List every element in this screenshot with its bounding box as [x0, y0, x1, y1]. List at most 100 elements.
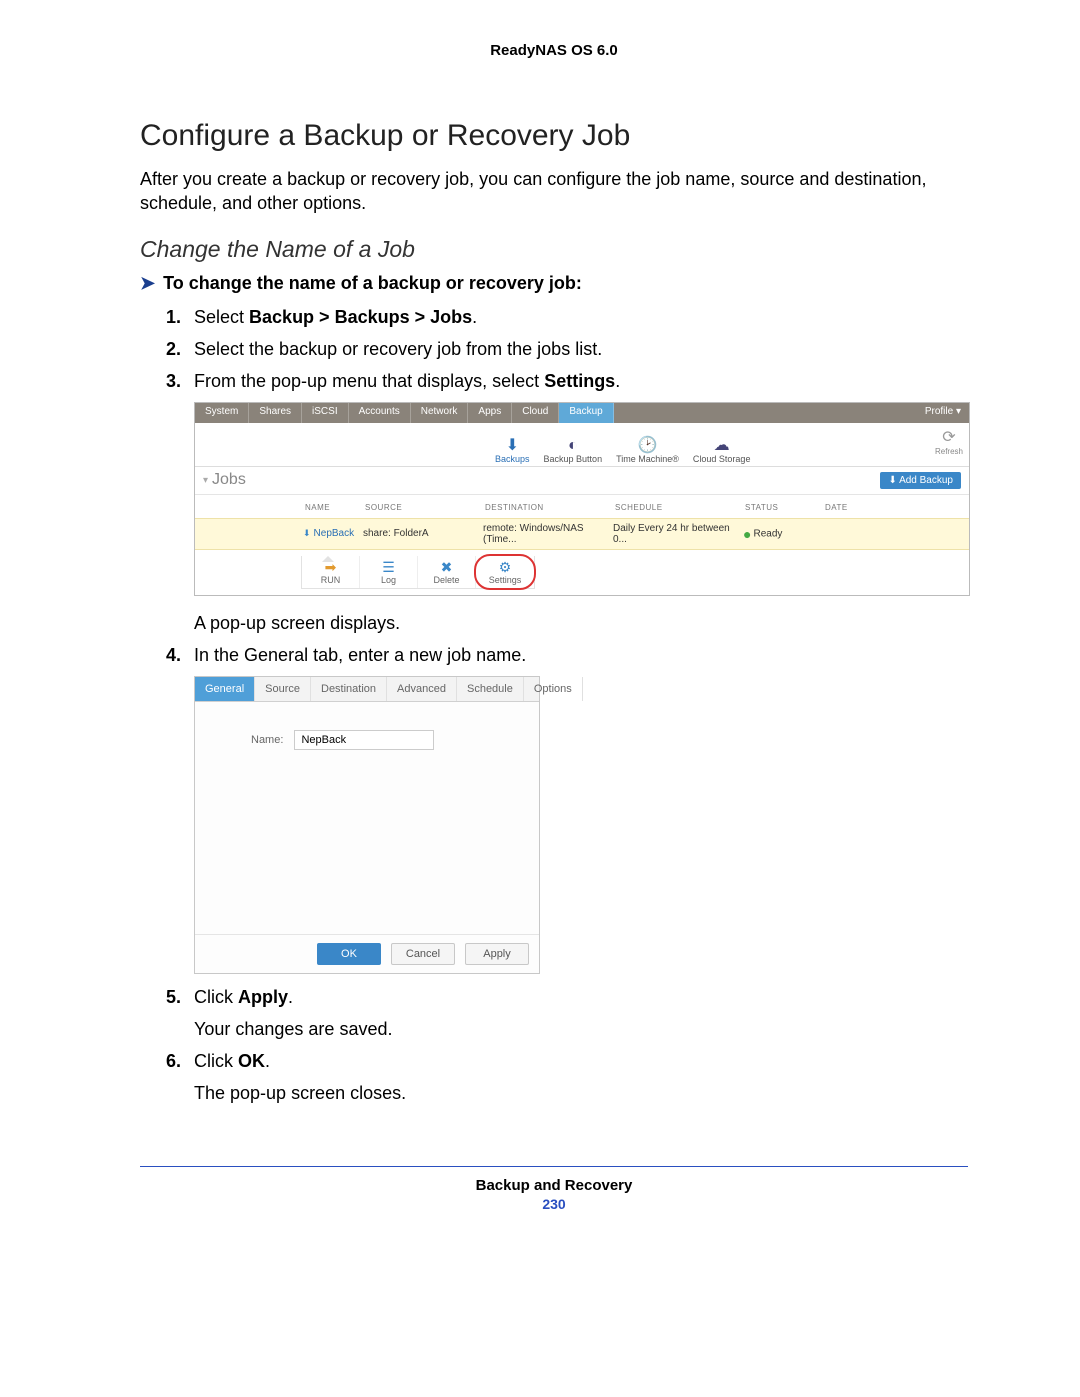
- section-title: Configure a Backup or Recovery Job: [140, 119, 968, 153]
- popup-tabs: General Source Destination Advanced Sche…: [195, 677, 539, 702]
- job-status: ●Ready: [743, 526, 823, 542]
- log-icon: ☰: [360, 560, 417, 574]
- tab-iscsi[interactable]: iSCSI: [302, 403, 349, 423]
- main-nav-tabs: System Shares iSCSI Accounts Network App…: [195, 403, 969, 423]
- popup-tab-schedule[interactable]: Schedule: [457, 677, 524, 701]
- step-number: 5.: [166, 984, 194, 1010]
- step-6: 6. Click OK.: [166, 1048, 968, 1074]
- toolbar-backup-button[interactable]: ◐ Backup Button: [544, 438, 603, 464]
- action-delete[interactable]: ✖Delete: [418, 556, 476, 588]
- step-bold: Apply: [238, 987, 288, 1007]
- step-5-followup: Your changes are saved.: [140, 1016, 968, 1042]
- step-text-post: .: [472, 307, 477, 327]
- job-destination: remote: Windows/NAS (Time...: [483, 523, 613, 545]
- job-name: NepBack: [303, 528, 363, 539]
- toolbar-label: Cloud Storage: [693, 454, 751, 464]
- subsection-title: Change the Name of a Job: [140, 236, 968, 263]
- job-source: share: FolderA: [363, 528, 483, 539]
- status-text: Ready: [753, 529, 782, 540]
- popup-tab-advanced[interactable]: Advanced: [387, 677, 457, 701]
- action-label: RUN: [321, 575, 341, 585]
- footer-rule: [140, 1166, 968, 1167]
- task-arrow-icon: ➤: [140, 273, 155, 293]
- tab-backup[interactable]: Backup: [559, 403, 613, 423]
- add-backup-button[interactable]: ⬇ Add Backup: [880, 472, 961, 489]
- status-dot-icon: ●: [743, 526, 751, 542]
- backup-button-icon: ◐: [544, 438, 603, 454]
- step-text-post: .: [288, 987, 293, 1007]
- step-5: 5. Click Apply.: [166, 984, 968, 1010]
- toolbar-label: Time Machine®: [616, 454, 679, 464]
- step-3: 3. From the pop-up menu that displays, s…: [166, 368, 968, 394]
- step-4: 4. In the General tab, enter a new job n…: [166, 642, 968, 668]
- step-6-followup: The pop-up screen closes.: [140, 1080, 968, 1106]
- step-number: 3.: [166, 368, 194, 394]
- step-text: Click: [194, 987, 238, 1007]
- name-field-label: Name:: [251, 734, 283, 746]
- step-number: 4.: [166, 642, 194, 668]
- jobs-caret-icon[interactable]: ▾: [203, 475, 208, 486]
- delete-icon: ✖: [418, 560, 475, 574]
- action-label: Log: [381, 575, 396, 585]
- refresh-label: Refresh: [935, 447, 963, 456]
- doc-product-header: ReadyNAS OS 6.0: [140, 42, 968, 59]
- tab-network[interactable]: Network: [411, 403, 469, 423]
- refresh-button[interactable]: ⟳ Refresh: [935, 427, 963, 456]
- job-name-input[interactable]: [294, 730, 434, 750]
- step-2: 2. Select the backup or recovery job fro…: [166, 336, 968, 362]
- action-settings[interactable]: ⚙Settings: [476, 556, 534, 588]
- tab-cloud[interactable]: Cloud: [512, 403, 559, 423]
- step-text: Click: [194, 1051, 238, 1071]
- step-bold: OK: [238, 1051, 265, 1071]
- job-schedule: Daily Every 24 hr between 0...: [613, 523, 743, 545]
- add-backup-label: Add Backup: [899, 475, 953, 486]
- col-source: SOURCE: [365, 503, 485, 512]
- toolbar-backups[interactable]: ⬇ Backups: [495, 438, 530, 464]
- step-number: 2.: [166, 336, 194, 362]
- settings-popup-screenshot: General Source Destination Advanced Sche…: [194, 676, 540, 974]
- tab-accounts[interactable]: Accounts: [349, 403, 411, 423]
- col-destination: DESTINATION: [485, 503, 615, 512]
- refresh-icon: ⟳: [935, 427, 963, 447]
- cancel-button[interactable]: Cancel: [391, 943, 455, 965]
- backup-toolbar: ⬇ Backups ◐ Backup Button 🕑 Time Machine…: [195, 423, 969, 467]
- action-log[interactable]: ☰Log: [360, 556, 418, 588]
- backups-icon: ⬇: [495, 438, 530, 454]
- col-name: NAME: [305, 503, 365, 512]
- apply-button[interactable]: Apply: [465, 943, 529, 965]
- jobs-section-label: Jobs: [212, 471, 246, 489]
- task-heading-text: To change the name of a backup or recove…: [163, 273, 582, 293]
- toolbar-label: Backup Button: [544, 454, 603, 464]
- cloud-icon: ☁: [693, 438, 751, 454]
- col-date: DATE: [825, 503, 885, 512]
- intro-paragraph: After you create a backup or recovery jo…: [140, 167, 968, 216]
- popup-tab-destination[interactable]: Destination: [311, 677, 387, 701]
- tab-system[interactable]: System: [195, 403, 249, 423]
- action-run[interactable]: ➡RUN: [302, 556, 360, 588]
- step-text: Select the backup or recovery job from t…: [194, 336, 968, 362]
- job-row[interactable]: NepBack share: FolderA remote: Windows/N…: [195, 518, 969, 550]
- job-action-popup: ➡RUN ☰Log ✖Delete ⚙Settings: [301, 556, 535, 589]
- action-label: Delete: [433, 575, 459, 585]
- col-status: STATUS: [745, 503, 825, 512]
- toolbar-time-machine[interactable]: 🕑 Time Machine®: [616, 438, 679, 464]
- toolbar-label: Backups: [495, 454, 530, 464]
- step-text-post: .: [265, 1051, 270, 1071]
- step-text-post: .: [615, 371, 620, 391]
- step-text: In the General tab, enter a new job name…: [194, 642, 968, 668]
- ok-button[interactable]: OK: [317, 943, 381, 965]
- popup-tab-source[interactable]: Source: [255, 677, 311, 701]
- step-number: 6.: [166, 1048, 194, 1074]
- popup-tab-options[interactable]: Options: [524, 677, 583, 701]
- action-label: Settings: [489, 575, 522, 585]
- step-bold: Backup > Backups > Jobs: [249, 307, 472, 327]
- toolbar-cloud-storage[interactable]: ☁ Cloud Storage: [693, 438, 751, 464]
- backup-jobs-screenshot: System Shares iSCSI Accounts Network App…: [194, 402, 970, 596]
- footer-page-number: 230: [140, 1196, 968, 1212]
- popup-tab-general[interactable]: General: [195, 677, 255, 701]
- jobs-column-headers: NAME SOURCE DESTINATION SCHEDULE STATUS …: [195, 495, 969, 518]
- tab-apps[interactable]: Apps: [468, 403, 512, 423]
- profile-menu[interactable]: Profile ▾: [917, 403, 969, 423]
- tab-shares[interactable]: Shares: [249, 403, 302, 423]
- step-number: 1.: [166, 304, 194, 330]
